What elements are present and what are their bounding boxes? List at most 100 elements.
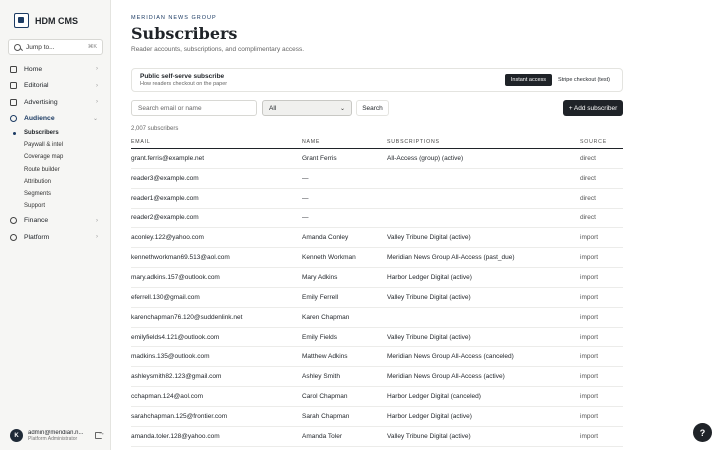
table-row[interactable]: sarahchapman.125@frontier.com Sarah Chapm… xyxy=(131,407,623,427)
cell-email: mary.adkins.157@outlook.com xyxy=(131,273,220,281)
cell-email: cchapman.124@aol.com xyxy=(131,393,203,401)
cell-email: sarahchapman.125@frontier.com xyxy=(131,412,228,420)
cell-subscriptions: Valley Tribune Digital (active) xyxy=(387,432,471,440)
sidebar-item-label: Advertising xyxy=(24,98,58,106)
cell-name: Sarah Chapman xyxy=(302,412,350,420)
jump-to-button[interactable]: Jump to... ⌘K xyxy=(8,39,103,55)
cell-email: aconley.122@yahoo.com xyxy=(131,234,204,242)
cell-name: Amanda Conley xyxy=(302,234,349,242)
help-button[interactable]: ? xyxy=(693,423,712,442)
table-row[interactable]: mary.adkins.157@outlook.com Mary Adkins Ha… xyxy=(131,268,623,288)
column-header-subscriptions[interactable]: Subscriptions xyxy=(387,139,580,145)
status-select-value: All xyxy=(269,104,277,112)
sidebar-item-platform[interactable]: Platform › xyxy=(0,229,111,246)
sidebar-item-editorial[interactable]: Editorial › xyxy=(0,78,111,95)
sidebar-item-audience[interactable]: Audience ⌄ xyxy=(0,111,111,128)
sidebar-subitem-route-builder[interactable]: Route builder xyxy=(0,164,111,176)
sidebar-subitem-segments[interactable]: Segments xyxy=(0,188,111,200)
cell-name: Carol Chapman xyxy=(302,393,348,401)
sidebar-subitem-support[interactable]: Support xyxy=(0,200,111,212)
table-body: grant.ferris@example.net Grant Ferris All-… xyxy=(131,149,623,447)
sidebar-item-label: Editorial xyxy=(24,82,49,90)
cell-source: direct xyxy=(580,174,596,182)
checkout-mode-card: Public self-serve subscribe How readers … xyxy=(131,68,623,92)
table-row[interactable]: aconley.122@yahoo.com Amanda Conley Valley… xyxy=(131,228,623,249)
table-row[interactable]: reader1@example.com — direct xyxy=(131,189,623,209)
cell-source: import xyxy=(580,234,599,242)
audience-submenu: Subscribers Paywall & intel Coverage map… xyxy=(0,127,111,212)
search-button[interactable]: Search xyxy=(356,100,389,116)
sidebar-item-advertising[interactable]: Advertising › xyxy=(0,94,111,111)
cell-source: import xyxy=(580,254,599,262)
megaphone-icon xyxy=(10,98,17,106)
checkout-card-title: Public self-serve subscribe xyxy=(140,73,225,80)
instant-access-option[interactable]: Instant access xyxy=(504,74,553,86)
table-row[interactable]: kennethworkman69.513@aol.com Kenneth Work… xyxy=(131,248,623,269)
user-role: Platform Administrator xyxy=(28,435,78,442)
avatar: K xyxy=(10,429,23,442)
logout-icon[interactable] xyxy=(95,430,105,439)
table-row[interactable]: eferrell.130@gmail.com Emily Ferrell Valle… xyxy=(131,288,623,308)
cell-source: direct xyxy=(580,154,596,162)
column-header-source[interactable]: Source xyxy=(580,139,623,145)
cell-source: import xyxy=(580,293,599,301)
cell-subscriptions: Meridian News Group All-Access (past_due… xyxy=(387,254,515,262)
table-row[interactable]: reader2@example.com — direct xyxy=(131,209,623,229)
chevron-right-icon: › xyxy=(96,82,98,89)
table-row[interactable]: reader3@example.com — direct xyxy=(131,169,623,189)
sidebar-subitem-paywall[interactable]: Paywall & intel xyxy=(0,139,111,151)
cell-name: Matthew Adkins xyxy=(302,353,348,361)
search-input[interactable] xyxy=(131,100,257,116)
sidebar-subitem-attribution[interactable]: Attribution xyxy=(0,176,111,188)
cell-source: direct xyxy=(580,214,596,222)
column-header-name[interactable]: Name xyxy=(302,139,387,145)
table-row[interactable]: grant.ferris@example.net Grant Ferris All-… xyxy=(131,149,623,169)
page-subtitle: Reader accounts, subscriptions, and comp… xyxy=(131,46,305,53)
status-select[interactable]: All ⌄ xyxy=(262,100,352,116)
column-header-email[interactable]: Email xyxy=(131,139,302,145)
table-row[interactable]: cchapman.124@aol.com Carol Chapman Harbor … xyxy=(131,387,623,407)
cell-subscriptions: Valley Tribune Digital (active) xyxy=(387,234,471,242)
chevron-right-icon: › xyxy=(96,99,98,106)
subscriber-count: 2,007 subscribers xyxy=(131,126,179,132)
sidebar-item-home[interactable]: Home › xyxy=(0,61,111,78)
brand[interactable]: HDM CMS xyxy=(14,13,78,28)
cell-name: Amanda Toler xyxy=(302,432,342,440)
sidebar-subitem-coverage-map[interactable]: Coverage map xyxy=(0,151,111,163)
home-icon xyxy=(10,65,17,73)
cell-email: amanda.toler.128@yahoo.com xyxy=(131,432,220,440)
user-account[interactable]: K admin@meridian.n... Platform Administr… xyxy=(10,429,105,442)
sidebar-item-finance[interactable]: Finance › xyxy=(0,212,111,229)
table-row[interactable]: emilyfields4.121@outlook.com Emily Fields… xyxy=(131,328,623,348)
cell-source: import xyxy=(580,432,599,440)
add-subscriber-button[interactable]: + Add subscriber xyxy=(563,100,623,116)
brand-logo-icon xyxy=(14,13,29,28)
cell-subscriptions: All-Access (group) (active) xyxy=(387,154,464,162)
stripe-checkout-option[interactable]: Stripe checkout (test) xyxy=(552,74,616,86)
cell-name: — xyxy=(302,194,309,202)
cell-source: import xyxy=(580,353,599,361)
sidebar-subitem-subscribers[interactable]: Subscribers xyxy=(0,127,111,139)
cell-subscriptions: Harbor Ledger Digital (canceled) xyxy=(387,393,481,401)
sidebar-item-label: Audience xyxy=(24,115,55,123)
table-row[interactable]: karenchapman76.120@suddenlink.net Karen C… xyxy=(131,308,623,328)
cell-name: Mary Adkins xyxy=(302,273,338,281)
cell-name: — xyxy=(302,214,309,222)
table-row[interactable]: amanda.toler.128@yahoo.com Amanda Toler Va… xyxy=(131,427,623,447)
cell-subscriptions: Meridian News Group All-Access (active) xyxy=(387,373,505,381)
chevron-down-icon: ⌄ xyxy=(339,105,345,112)
cell-name: Ashley Smith xyxy=(302,373,340,381)
user-info: admin@meridian.n... Platform Administrat… xyxy=(28,430,91,442)
table-row[interactable]: madkins.135@outlook.com Matthew Adkins Mer… xyxy=(131,347,623,368)
cell-subscriptions: Harbor Ledger Digital (active) xyxy=(387,412,472,420)
cell-source: import xyxy=(580,313,599,321)
page-title: Subscribers xyxy=(131,24,238,43)
sidebar-item-label: Finance xyxy=(24,217,49,225)
cell-email: reader3@example.com xyxy=(131,174,199,182)
cell-subscriptions: Meridian News Group All-Access (canceled… xyxy=(387,353,514,361)
table-row[interactable]: ashleysmith82.123@gmail.com Ashley Smith M… xyxy=(131,367,623,388)
checkout-mode-toggle: Instant access Stripe checkout (test) xyxy=(504,74,616,86)
gear-icon xyxy=(10,233,17,241)
jump-to-shortcut: ⌘K xyxy=(87,44,97,50)
table-header: Email Name Subscriptions Source xyxy=(131,136,623,149)
